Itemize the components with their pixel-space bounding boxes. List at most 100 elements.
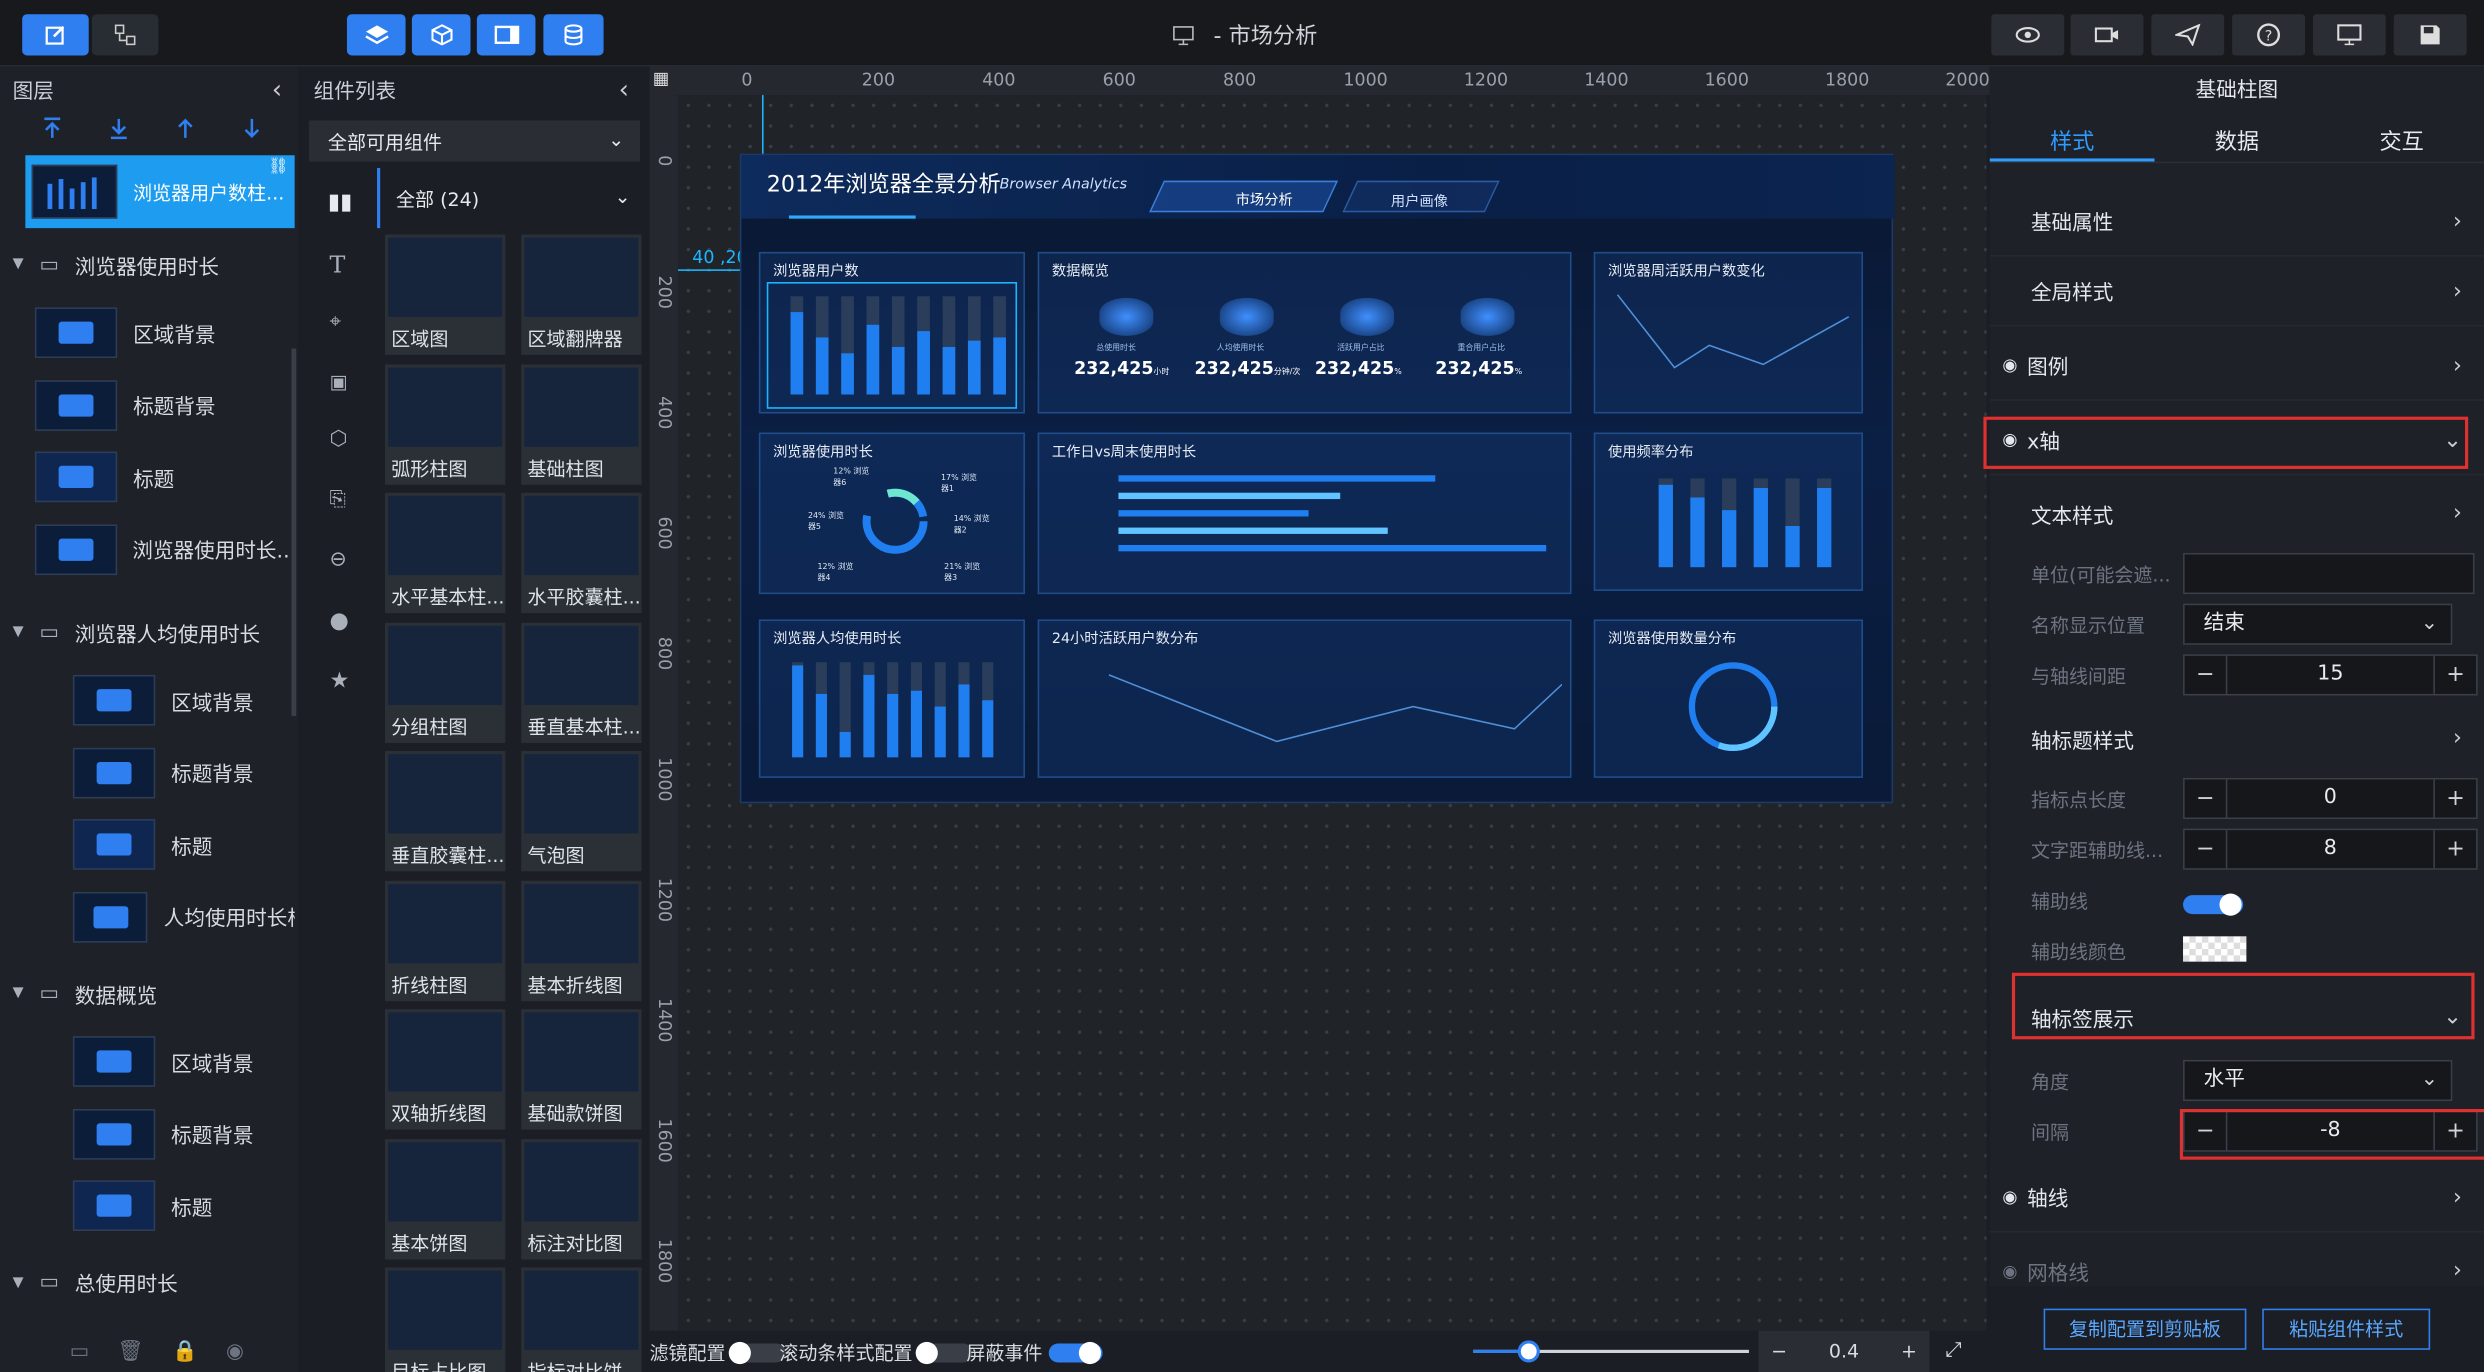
zoom-value[interactable]: 0.4	[1829, 1340, 1859, 1362]
visibility-icon[interactable]: ◉	[226, 1340, 244, 1364]
component-card[interactable]: 垂直胶囊柱...	[384, 750, 506, 872]
shield-toggle[interactable]	[1048, 1341, 1103, 1364]
move-up-icon[interactable]	[174, 117, 196, 139]
ruler-corner-icon[interactable]: ▦	[653, 68, 669, 89]
cube-icon[interactable]	[411, 14, 471, 56]
user-icon[interactable]: ●	[330, 608, 349, 633]
component-card[interactable]: 目标占比图	[384, 1267, 506, 1372]
layer-item-selected[interactable]: 浏览器用户数柱... ⛓	[25, 155, 295, 229]
caret-down-icon[interactable]: ▼	[13, 985, 24, 1001]
tab-style[interactable]: 样式	[1990, 125, 2155, 157]
layer-group[interactable]: ▼ ▭ 数据概览	[0, 970, 295, 1018]
zoom-slider[interactable]	[1473, 1340, 1749, 1363]
media-icon[interactable]: ▣	[330, 371, 348, 393]
eye-toggle-icon[interactable]: ◉	[2002, 355, 2017, 376]
component-card[interactable]: 双轴折线图	[384, 1009, 506, 1130]
layer-item[interactable]: 标题背景	[72, 737, 295, 807]
component-card[interactable]: 水平胶囊柱...	[521, 492, 642, 614]
section-axis-title[interactable]: 轴标题样式 ›	[1990, 703, 2484, 773]
filter-config[interactable]: 滤镜配置	[650, 1339, 786, 1366]
move-down-icon[interactable]	[241, 117, 263, 139]
send-icon[interactable]	[2151, 14, 2225, 56]
component-card[interactable]: 折线柱图	[384, 880, 506, 1001]
component-card[interactable]: 基础柱图	[521, 363, 642, 485]
tab-interaction[interactable]: 交互	[2319, 125, 2484, 157]
zoom-out-icon[interactable]: −	[1771, 1340, 1787, 1362]
unit-input[interactable]	[2183, 552, 2475, 595]
decrement-icon[interactable]: −	[2185, 662, 2226, 687]
monitor-icon[interactable]	[2312, 14, 2386, 56]
3d-cube-icon[interactable]: ⬡	[330, 428, 348, 452]
gap-stepper[interactable]: −15 +	[2183, 654, 2478, 696]
layer-item[interactable]: 标题背景	[34, 370, 295, 440]
scrollbar-config[interactable]: 滚动条样式配置	[779, 1339, 973, 1366]
record-icon[interactable]	[2070, 14, 2144, 56]
component-card[interactable]: 区域图	[384, 234, 506, 355]
increment-icon[interactable]: +	[2435, 837, 2476, 862]
tick-length-stepper[interactable]: −0 +	[2183, 777, 2478, 820]
component-card[interactable]: 垂直基本柱...	[521, 621, 642, 743]
copy-config-button[interactable]: 复制配置到剪贴板	[2043, 1308, 2247, 1350]
trash-icon[interactable]: 🗑	[118, 1340, 144, 1364]
chart-category-icon[interactable]: ▮▮	[328, 190, 352, 215]
layer-item[interactable]: 浏览器使用时长...	[34, 514, 295, 584]
paste-style-button[interactable]: 粘贴组件样式	[2262, 1308, 2431, 1350]
text-distance-stepper[interactable]: −8 +	[2183, 828, 2478, 870]
folder-icon[interactable]: ▭	[70, 1340, 89, 1364]
layer-item[interactable]: 标题	[72, 810, 295, 880]
selected-chart-frame[interactable]	[766, 282, 1018, 409]
component-card[interactable]: 弧形柱图	[384, 363, 506, 485]
node-icon[interactable]	[91, 14, 159, 56]
component-card[interactable]: 气泡图	[521, 750, 642, 872]
component-card[interactable]: 指标对比饼	[521, 1267, 642, 1372]
layer-scrollbar[interactable]	[291, 348, 297, 717]
zoom-slider-knob[interactable]	[1517, 1340, 1540, 1363]
aux-line-toggle[interactable]	[2183, 892, 2244, 915]
decrement-icon[interactable]: −	[2185, 837, 2226, 862]
layer-item[interactable]: 人均使用时长柱	[72, 882, 295, 952]
save-icon[interactable]	[2393, 14, 2467, 56]
scroll-toggle[interactable]	[915, 1341, 973, 1364]
database-icon[interactable]	[543, 14, 604, 56]
lock-icon[interactable]: 🔒	[172, 1340, 198, 1364]
layer-item[interactable]: 标题背景	[72, 1099, 295, 1169]
layer-item[interactable]: 区域背景	[72, 1027, 295, 1097]
increment-icon[interactable]: +	[2435, 786, 2476, 811]
component-card[interactable]: 水平基本柱...	[384, 492, 506, 614]
component-card[interactable]: 区域翻牌器	[521, 234, 642, 355]
layer-item[interactable]: 区域背景	[34, 298, 295, 368]
layer-item[interactable]: 标题	[72, 1171, 295, 1241]
eye-toggle-icon[interactable]: ◉	[2002, 1187, 2017, 1208]
layers-icon[interactable]	[346, 14, 406, 56]
layer-group[interactable]: ▼ ▭ 浏览器人均使用时长	[0, 608, 295, 656]
category-select[interactable]: 全部 (24) ⌄	[383, 171, 643, 225]
component-card[interactable]: 分组柱图	[384, 621, 506, 743]
angle-select[interactable]: 水平 ⌄	[2183, 1059, 2453, 1102]
shield-events[interactable]: 屏蔽事件	[966, 1339, 1103, 1366]
layer-group[interactable]: ▼ ▭ 总使用时长	[0, 1259, 295, 1307]
component-card[interactable]: 基本饼图	[384, 1138, 506, 1259]
map-pin-icon[interactable]: ⌖	[330, 311, 342, 335]
section-text-style[interactable]: 文本样式 ›	[1990, 478, 2484, 548]
move-top-icon[interactable]	[41, 117, 63, 139]
help-icon[interactable]: ?	[2232, 14, 2306, 56]
fullscreen-icon[interactable]: ⤢	[1945, 1339, 1961, 1363]
zoom-in-icon[interactable]: +	[1901, 1340, 1917, 1362]
layer-item[interactable]: 标题	[34, 442, 295, 512]
eye-toggle-icon[interactable]: ◉	[2002, 1260, 2017, 1281]
dashboard-preview[interactable]: 2012年浏览器全景分析 Browser Analytics 市场分析 用户画像…	[739, 153, 1895, 804]
section-basic[interactable]: 基础属性 ›	[1989, 187, 2484, 257]
filter-toggle[interactable]	[728, 1341, 786, 1364]
tab-market[interactable]: 市场分析	[1236, 189, 1293, 209]
section-axis-line[interactable]: ◉ 轴线 ›	[1989, 1163, 2484, 1233]
component-card[interactable]: 基础款饼图	[521, 1009, 642, 1130]
component-card[interactable]: 基本折线图	[521, 880, 642, 1001]
layer-item[interactable]: 区域背景	[72, 665, 295, 735]
link-category-icon[interactable]: ⎘	[330, 488, 346, 512]
component-filter-select[interactable]: 全部可用组件 ⌄	[308, 120, 641, 162]
collapse-left-icon[interactable]: ‹	[272, 74, 282, 104]
star-icon[interactable]: ★	[330, 669, 350, 694]
text-category-icon[interactable]: T	[330, 250, 346, 279]
caret-down-icon[interactable]: ▼	[13, 257, 24, 273]
caret-down-icon[interactable]: ▼	[13, 1275, 24, 1291]
